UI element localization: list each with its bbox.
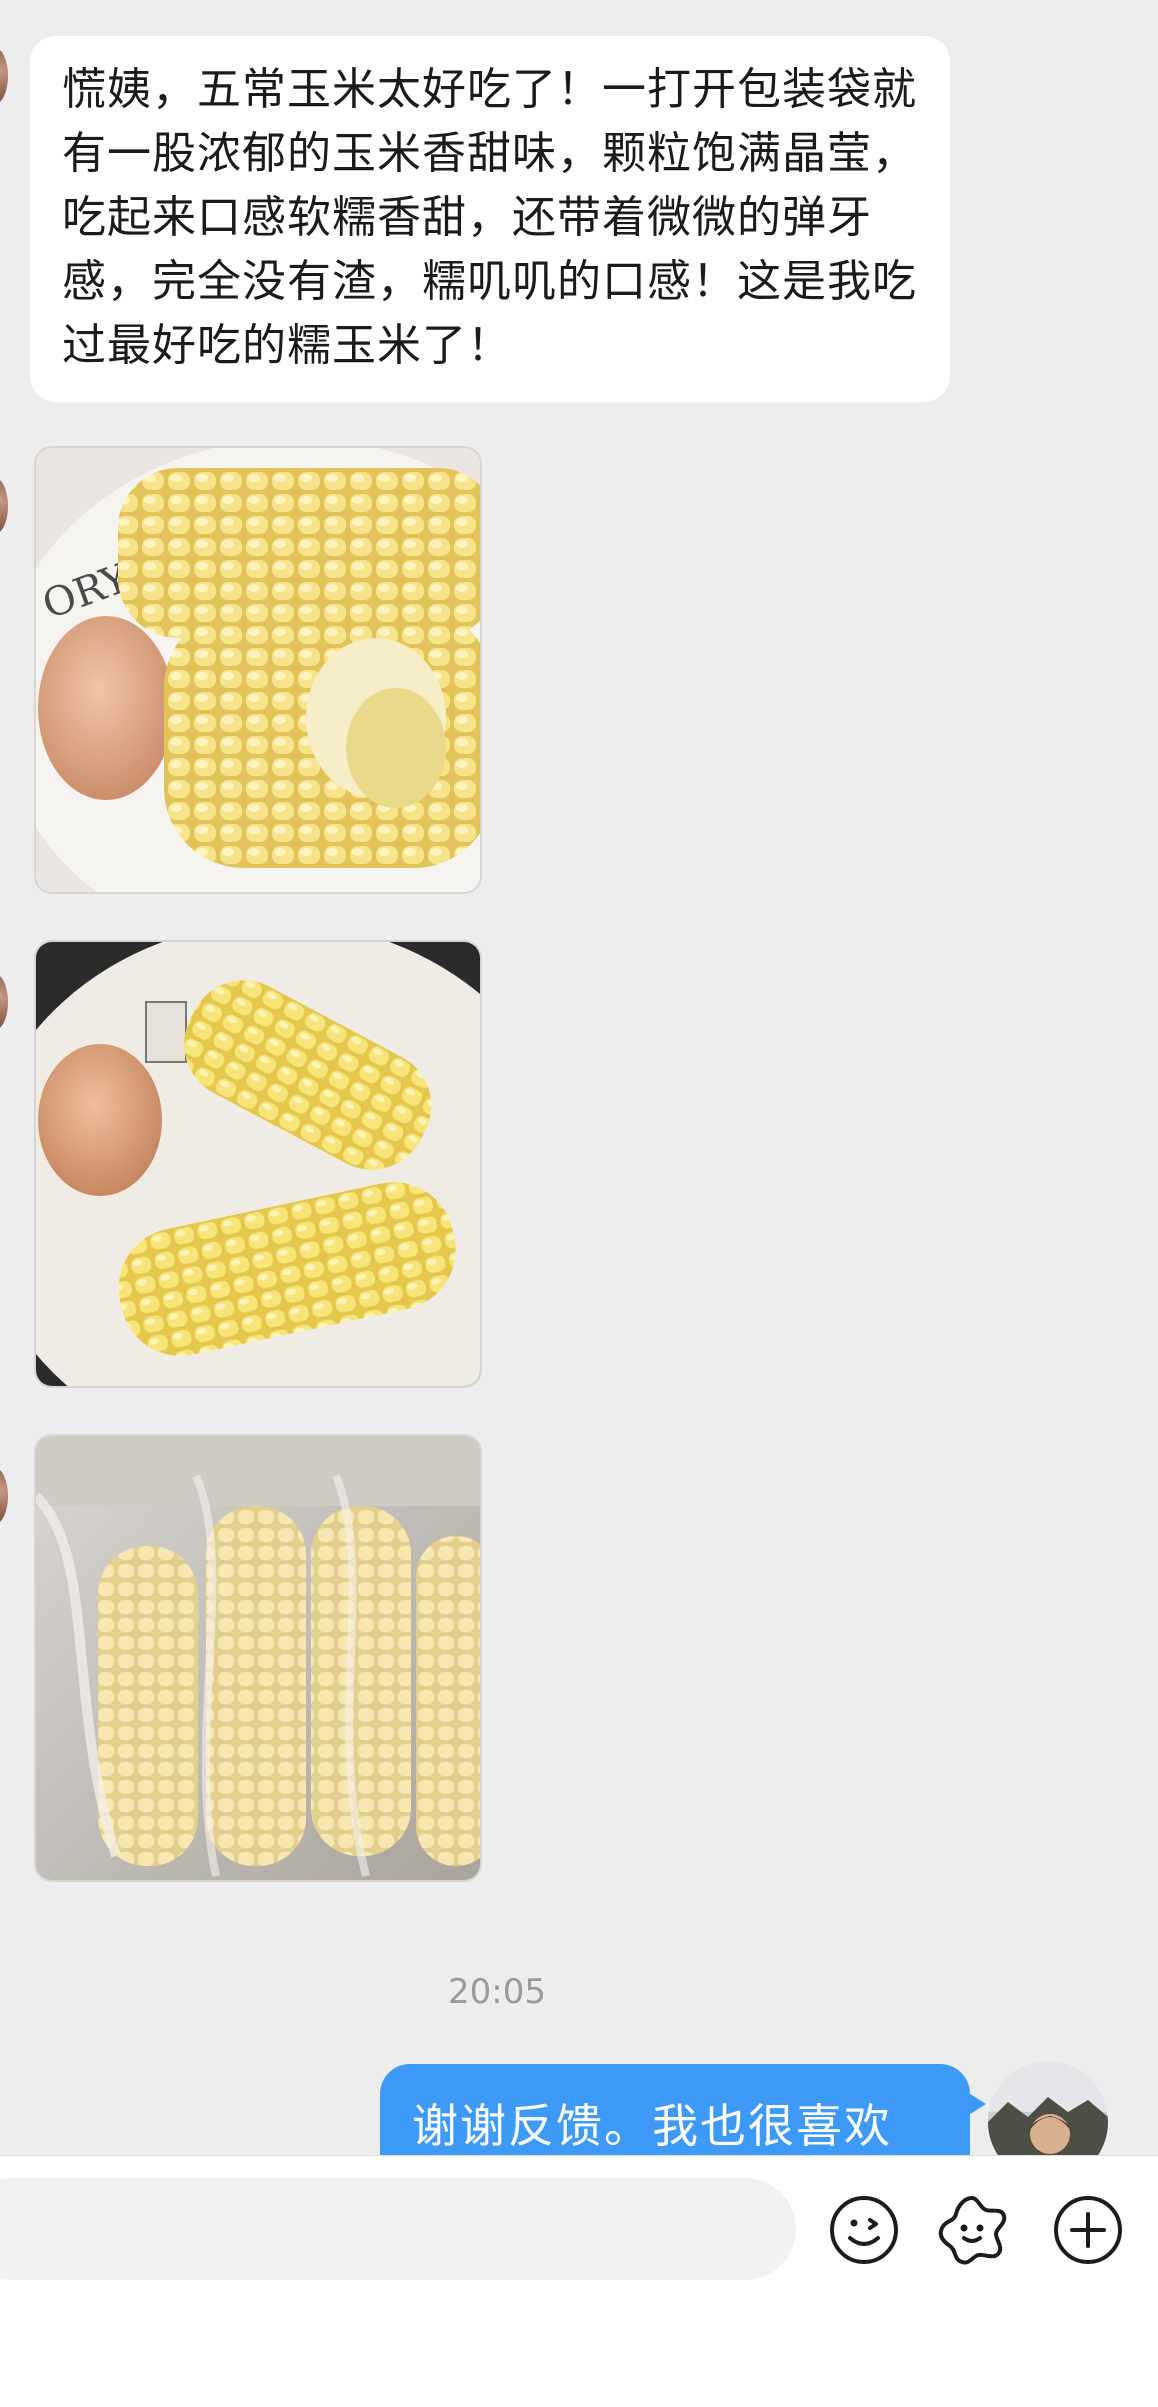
packaged-corn-photo-icon — [36, 1436, 480, 1880]
image-message-3[interactable] — [34, 1434, 482, 1882]
emoji-button[interactable] — [826, 2192, 902, 2268]
message-input[interactable] — [0, 2178, 796, 2280]
emoji-icon — [830, 2196, 898, 2264]
sender-avatar[interactable] — [0, 48, 8, 104]
incoming-message-bubble[interactable]: 慌姨，五常玉米太好吃了！一打开包装袋就有一股浓郁的玉米香甜味，颗粒饱满晶莹，吃起… — [30, 36, 950, 402]
more-button[interactable] — [1050, 2192, 1126, 2268]
corn-and-egg-photo-icon — [36, 942, 480, 1386]
outgoing-message-text: 谢谢反馈。我也很喜欢吃 — [412, 2099, 892, 2153]
outgoing-message-bubble[interactable]: 谢谢反馈。我也很喜欢吃 — [380, 2064, 986, 2155]
image-message-1[interactable]: ORY — [34, 446, 482, 894]
image-message-2[interactable] — [34, 940, 482, 1388]
avatar-photo-icon — [988, 2062, 1108, 2155]
message-timestamp: 20:05 — [448, 1972, 546, 2012]
incoming-message-text: 慌姨，五常玉米太好吃了！一打开包装袋就有一股浓郁的玉米香甜味，颗粒饱满晶莹，吃起… — [62, 64, 917, 371]
sticker-icon — [938, 2196, 1007, 2265]
sender-avatar[interactable] — [0, 478, 8, 534]
plus-icon — [1054, 2196, 1122, 2264]
corn-on-plate-photo-icon: ORY — [36, 448, 480, 892]
input-bar — [0, 2155, 1158, 2407]
sender-avatar[interactable] — [0, 1468, 8, 1524]
my-avatar[interactable] — [988, 2062, 1108, 2155]
sender-avatar[interactable] — [0, 974, 8, 1030]
chat-area[interactable]: 慌姨，五常玉米太好吃了！一打开包装袋就有一股浓郁的玉米香甜味，颗粒饱满晶莹，吃起… — [0, 0, 1158, 2155]
sticker-button[interactable] — [934, 2192, 1010, 2268]
